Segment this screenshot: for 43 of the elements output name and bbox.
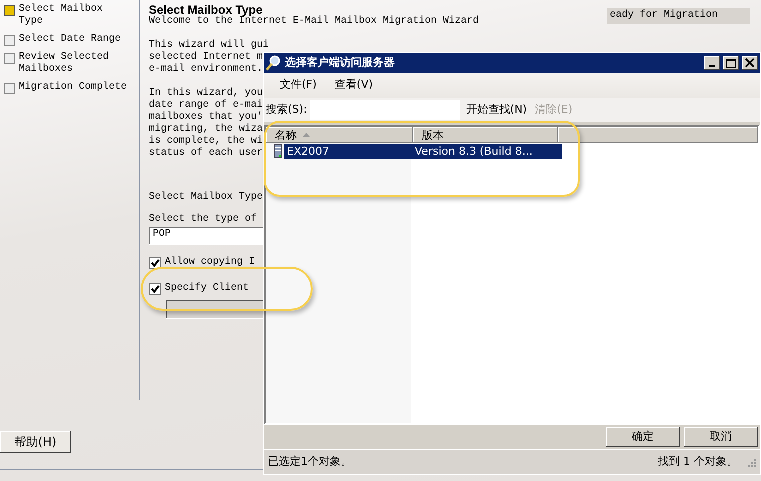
find-button[interactable]: 开始查找(N) <box>466 102 536 118</box>
section-title: Select Mailbox Type <box>149 192 264 204</box>
dialog-button[interactable]: 取消 <box>684 427 758 447</box>
paragraph-text: This wizard will gui selected Internet m e-mail environment. <box>149 40 270 76</box>
dialog-button[interactable]: 确定 <box>606 427 680 447</box>
step-label[interactable]: Migration Complete <box>19 82 129 94</box>
search-field[interactable] <box>310 100 460 120</box>
list-cell[interactable]: EX2007 <box>284 144 412 158</box>
minimize-button[interactable] <box>704 56 720 70</box>
step-label[interactable]: Review Selected Mailboxes <box>19 52 129 76</box>
mailbox-type-field[interactable]: POP <box>149 227 264 245</box>
menu-item[interactable]: 查看(V) <box>334 77 374 94</box>
checkbox-label: Specify Client <box>165 283 250 295</box>
checkmark-icon <box>150 285 160 293</box>
sort-arrow-icon <box>303 133 310 137</box>
status-text: eady for Migration <box>610 8 720 23</box>
status-text: 找到 1 个对象。 <box>658 454 738 470</box>
field-label: Select the type of <box>149 214 258 226</box>
search-label: 搜索(S): <box>266 102 308 118</box>
step-label[interactable]: Select Mailbox Type <box>19 4 129 28</box>
status-text: 已选定1个对象。 <box>268 454 352 470</box>
checkbox-label: Allow copying I <box>165 257 256 269</box>
resize-grip-icon[interactable] <box>746 457 756 467</box>
checkbox[interactable] <box>149 257 161 269</box>
server-icon <box>274 144 282 158</box>
list-cell[interactable]: Version 8.3 (Build 8... <box>412 144 562 158</box>
maximize-icon <box>726 58 736 68</box>
help-button[interactable]: 帮助(H) <box>0 431 71 453</box>
magnifier-icon <box>266 55 282 71</box>
column-header[interactable]: 名称 <box>266 127 413 143</box>
minimize-icon <box>709 65 715 67</box>
close-button[interactable] <box>742 56 758 70</box>
menu-item[interactable]: 文件(F) <box>280 77 317 94</box>
intro-text: Welcome to the Internet E-Mail Mailbox Migration Wizard <box>149 16 480 28</box>
checkmark-icon <box>150 259 160 267</box>
window-title: 选择客户端访问服务器 <box>285 54 396 71</box>
checkbox[interactable] <box>149 283 161 295</box>
close-icon <box>745 58 755 68</box>
maximize-button[interactable] <box>723 56 739 70</box>
page-heading: Select Mailbox Type <box>149 4 263 16</box>
paragraph-text: In this wizard, you date range of e-mai mailboxes that you' migrating, the wiza is complete, the wi status of each user <box>149 88 264 160</box>
step-label[interactable]: Select Date Range <box>19 34 129 46</box>
column-header[interactable]: 版本 <box>413 127 558 143</box>
